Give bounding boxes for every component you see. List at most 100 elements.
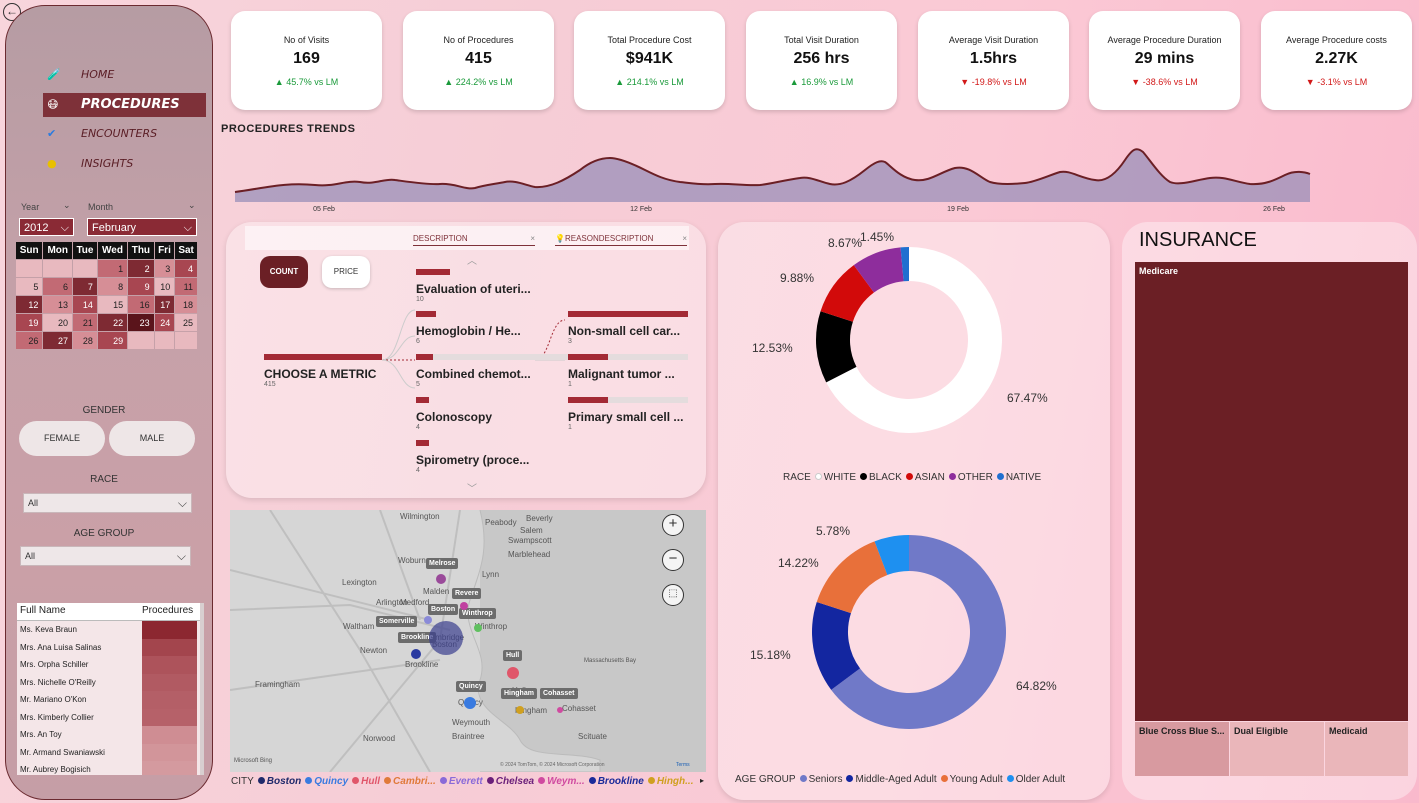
chevron-down-icon[interactable]: ﹀ <box>467 480 477 495</box>
close-icon[interactable]: × <box>682 234 687 243</box>
tree-col-reason[interactable]: 💡REASONDESCRIPTION × <box>555 234 687 246</box>
race-select[interactable]: All ⌵ <box>23 493 192 513</box>
age-group-select[interactable]: All ⌵ <box>20 546 191 566</box>
city-legend-item[interactable]: Weym... <box>547 776 585 787</box>
nav-item-insights[interactable]: ● INSIGHTS <box>43 152 206 176</box>
count-button[interactable]: COUNT <box>260 256 308 288</box>
table-row[interactable]: Mrs. Ana Luisa Salinas <box>17 638 204 656</box>
table-row[interactable]: Mrs. Nichelle O'Reilly <box>17 673 204 691</box>
calendar-day[interactable]: 19 <box>16 314 43 331</box>
table-row[interactable]: Ms. Keva Braun <box>17 621 204 639</box>
zoom-in-button[interactable]: + <box>662 514 684 536</box>
table-row[interactable]: Mr. Aubrey Bogisich <box>17 761 204 775</box>
calendar-day[interactable]: 1 <box>97 260 128 277</box>
close-icon[interactable]: × <box>530 234 535 243</box>
table-scrollbar[interactable] <box>200 603 204 775</box>
map[interactable]: Wilmington Peabody Beverly Salem Marblehead S… <box>230 510 706 772</box>
calendar-day[interactable]: 17 <box>154 296 175 313</box>
tree-node[interactable]: Combined chemot... 5 <box>416 354 688 388</box>
chevron-down-icon[interactable]: ⌄ <box>63 200 71 211</box>
col-procedures[interactable]: Procedures <box>142 603 197 620</box>
gender-male-button[interactable]: MALE <box>109 421 195 456</box>
treemap-tile-medicare[interactable]: Medicare <box>1135 262 1408 721</box>
table-row[interactable]: Mrs. Orpha Schiller <box>17 656 204 674</box>
price-button[interactable]: PRICE <box>322 256 370 288</box>
city-legend-item[interactable]: Quincy <box>314 776 348 787</box>
treemap-tile-dual-eligible[interactable]: Dual Eligible <box>1230 722 1324 776</box>
month-select[interactable]: February ⌵ <box>87 218 197 236</box>
chevron-right-icon[interactable]: ▸ <box>700 776 704 785</box>
calendar-day[interactable]: 28 <box>73 332 97 349</box>
city-legend-item[interactable]: Everett <box>449 776 483 787</box>
calendar-day[interactable]: 20 <box>43 314 73 331</box>
calendar-day[interactable]: 29 <box>97 332 128 349</box>
calendar-day[interactable]: 16 <box>128 296 154 313</box>
tree-node[interactable]: Malignant tumor ... 1 <box>568 354 688 388</box>
calendar-day[interactable]: 3 <box>154 260 175 277</box>
calendar-day[interactable] <box>154 332 175 349</box>
table-row[interactable]: Mr. Armand Swaniawski <box>17 743 204 761</box>
calendar-day[interactable]: 6 <box>43 278 73 295</box>
city-legend-item[interactable]: Chelsea <box>496 776 534 787</box>
legend-item[interactable]: ASIAN <box>915 472 945 483</box>
nav-item-encounters[interactable]: ✔ ENCOUNTERS <box>43 122 206 146</box>
calendar-day[interactable] <box>128 332 154 349</box>
donut-slice[interactable] <box>816 541 888 614</box>
calendar-day[interactable]: 24 <box>154 314 175 331</box>
col-full-name[interactable]: Full Name <box>17 603 142 620</box>
chevron-up-icon[interactable]: ︿ <box>467 252 477 267</box>
calendar-day[interactable]: 21 <box>73 314 97 331</box>
legend-item[interactable]: OTHER <box>958 472 993 483</box>
city-legend-item[interactable]: Brookline <box>598 776 644 787</box>
zoom-out-button[interactable]: − <box>662 549 684 571</box>
calendar-day[interactable]: 23 <box>128 314 154 331</box>
legend-item[interactable]: WHITE <box>824 472 856 483</box>
chevron-down-icon[interactable]: ⌄ <box>188 200 196 211</box>
tree-node[interactable]: Spirometry (proce... 4 <box>416 440 529 474</box>
calendar-day[interactable]: 12 <box>16 296 43 313</box>
table-row[interactable]: Mr. Mariano O'Kon <box>17 691 204 709</box>
map-select-icon[interactable]: ⬚ <box>662 584 684 606</box>
tree-col-description[interactable]: DESCRIPTION × <box>413 234 535 246</box>
map-terms-link[interactable]: Terms <box>676 762 690 768</box>
legend-item[interactable]: Middle-Aged Adult <box>855 774 936 785</box>
calendar-day[interactable]: 4 <box>175 260 197 277</box>
tree-node[interactable]: Primary small cell ... 1 <box>568 397 688 431</box>
table-row[interactable]: Mrs. Kimberly Collier <box>17 708 204 726</box>
calendar-day[interactable]: 14 <box>73 296 97 313</box>
calendar-day[interactable]: 27 <box>43 332 73 349</box>
legend-item[interactable]: Seniors <box>809 774 843 785</box>
legend-item[interactable]: Young Adult <box>950 774 1003 785</box>
treemap-tile-medicaid[interactable]: Medicaid <box>1325 722 1408 776</box>
calendar-day[interactable]: 11 <box>175 278 197 295</box>
legend-item[interactable]: NATIVE <box>1006 472 1041 483</box>
calendar-day[interactable]: 22 <box>97 314 128 331</box>
calendar-day[interactable]: 8 <box>97 278 128 295</box>
calendar-day[interactable]: 5 <box>16 278 43 295</box>
gender-female-button[interactable]: FEMALE <box>19 421 105 456</box>
calendar-day[interactable]: 26 <box>16 332 43 349</box>
legend-item[interactable]: Older Adult <box>1016 774 1065 785</box>
calendar-day[interactable] <box>73 260 97 277</box>
calendar-day[interactable] <box>43 260 73 277</box>
calendar-day[interactable]: 15 <box>97 296 128 313</box>
tree-node[interactable]: Evaluation of uteri... 10 <box>416 269 531 303</box>
city-legend-item[interactable]: Boston <box>267 776 301 787</box>
calendar-day[interactable]: 2 <box>128 260 154 277</box>
calendar-day[interactable]: 13 <box>43 296 73 313</box>
tree-node[interactable]: Non-small cell car... 3 <box>568 311 688 345</box>
tree-node[interactable]: Colonoscopy 4 <box>416 397 492 431</box>
city-legend-item[interactable]: Hull <box>361 776 380 787</box>
nav-item-procedures[interactable]: 😷 PROCEDURES <box>43 93 206 117</box>
city-legend-item[interactable]: Cambri... <box>393 776 436 787</box>
calendar-day[interactable]: 9 <box>128 278 154 295</box>
year-select[interactable]: 2012 ⌵ <box>19 218 74 236</box>
legend-item[interactable]: BLACK <box>869 472 902 483</box>
calendar-day[interactable]: 10 <box>154 278 175 295</box>
nav-item-home[interactable]: 🧪 HOME <box>43 63 206 87</box>
calendar-day[interactable] <box>175 332 197 349</box>
table-row[interactable]: Mrs. An Toy <box>17 726 204 744</box>
tree-root-node[interactable]: CHOOSE A METRIC 415 <box>264 354 382 388</box>
calendar-day[interactable]: 7 <box>73 278 97 295</box>
calendar-day[interactable] <box>16 260 43 277</box>
